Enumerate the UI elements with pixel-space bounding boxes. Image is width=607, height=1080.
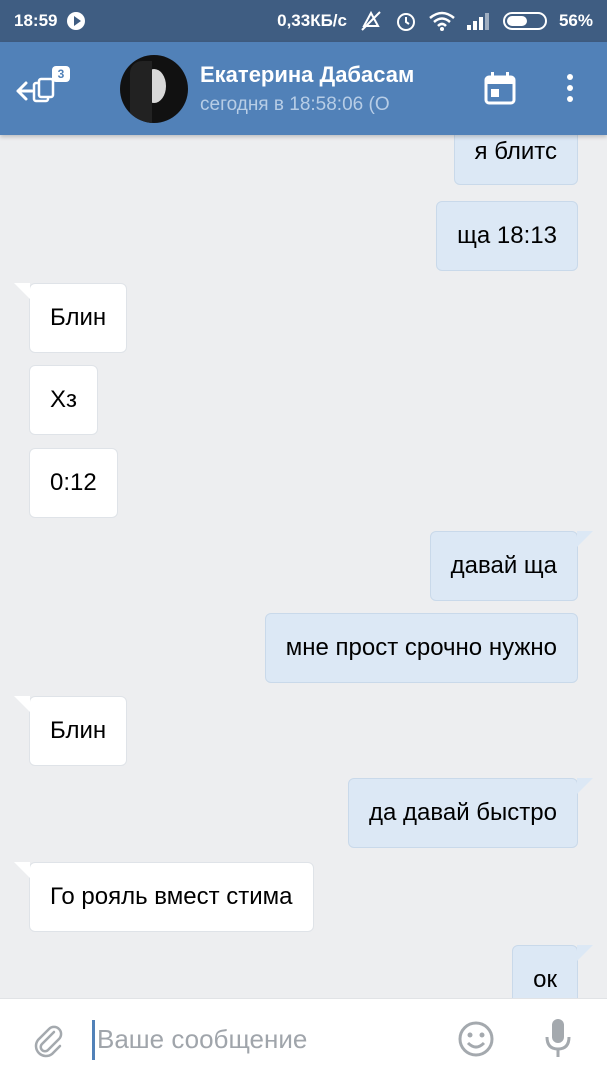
contact-info[interactable]: Екатерина Дабасам сегодня в 18:58:06 (О <box>200 62 446 116</box>
outgoing-message[interactable]: ща 18:13 <box>436 201 578 271</box>
outgoing-message[interactable]: давай ща <box>429 531 594 601</box>
avatar-hair <box>130 60 152 123</box>
status-bar: 18:59 0,33КБ/с 56% <box>0 0 607 42</box>
outgoing-message[interactable]: да давай быстро <box>348 778 593 848</box>
signal-icon <box>466 13 489 30</box>
contact-name: Екатерина Дабасам <box>200 61 415 87</box>
incoming-message[interactable]: Блин <box>13 283 128 353</box>
chat-header: 3 Екатерина Дабасам сегодня в 18:58:06 (… <box>0 42 607 135</box>
mute-icon <box>361 10 381 31</box>
more-vertical-icon[interactable] <box>556 70 584 106</box>
incoming-message[interactable]: Го рояль вмест стима <box>14 862 314 932</box>
smiley-icon[interactable] <box>456 1019 496 1059</box>
calendar-icon[interactable] <box>482 70 518 106</box>
alarm-icon <box>396 13 415 31</box>
status-time: 18:59 <box>14 11 58 30</box>
text-cursor <box>92 1019 95 1060</box>
incoming-message[interactable]: 0:12 <box>29 448 118 518</box>
network-speed: 0,33КБ/с <box>277 11 347 30</box>
unread-badge: 3 <box>52 66 70 82</box>
avatar[interactable] <box>120 54 188 123</box>
outgoing-message[interactable]: я блитс <box>453 135 578 185</box>
battery-percent: 56% <box>558 11 593 30</box>
battery-fill <box>506 16 527 26</box>
incoming-message[interactable]: Блин <box>13 696 128 766</box>
battery-icon <box>502 12 547 30</box>
message-input[interactable] <box>97 1024 437 1055</box>
outgoing-message[interactable]: мне прост срочно нужно <box>264 613 578 683</box>
incoming-message[interactable]: Хз <box>29 365 99 435</box>
paperclip-icon[interactable] <box>20 1012 76 1068</box>
play-icon <box>67 12 86 30</box>
contact-status: сегодня в 18:58:06 (О <box>200 93 390 115</box>
outgoing-message[interactable]: ок <box>512 945 593 998</box>
message-list[interactable]: я блитс ща 18:13 Блин Хз 0:12 давай ща мне про… <box>0 135 607 998</box>
wifi-icon <box>429 11 455 31</box>
status-right: 0,33КБ/с 56% <box>277 10 593 32</box>
composer <box>0 998 607 1080</box>
back-button[interactable]: 3 <box>0 42 72 135</box>
microphone-icon[interactable] <box>543 1017 573 1061</box>
